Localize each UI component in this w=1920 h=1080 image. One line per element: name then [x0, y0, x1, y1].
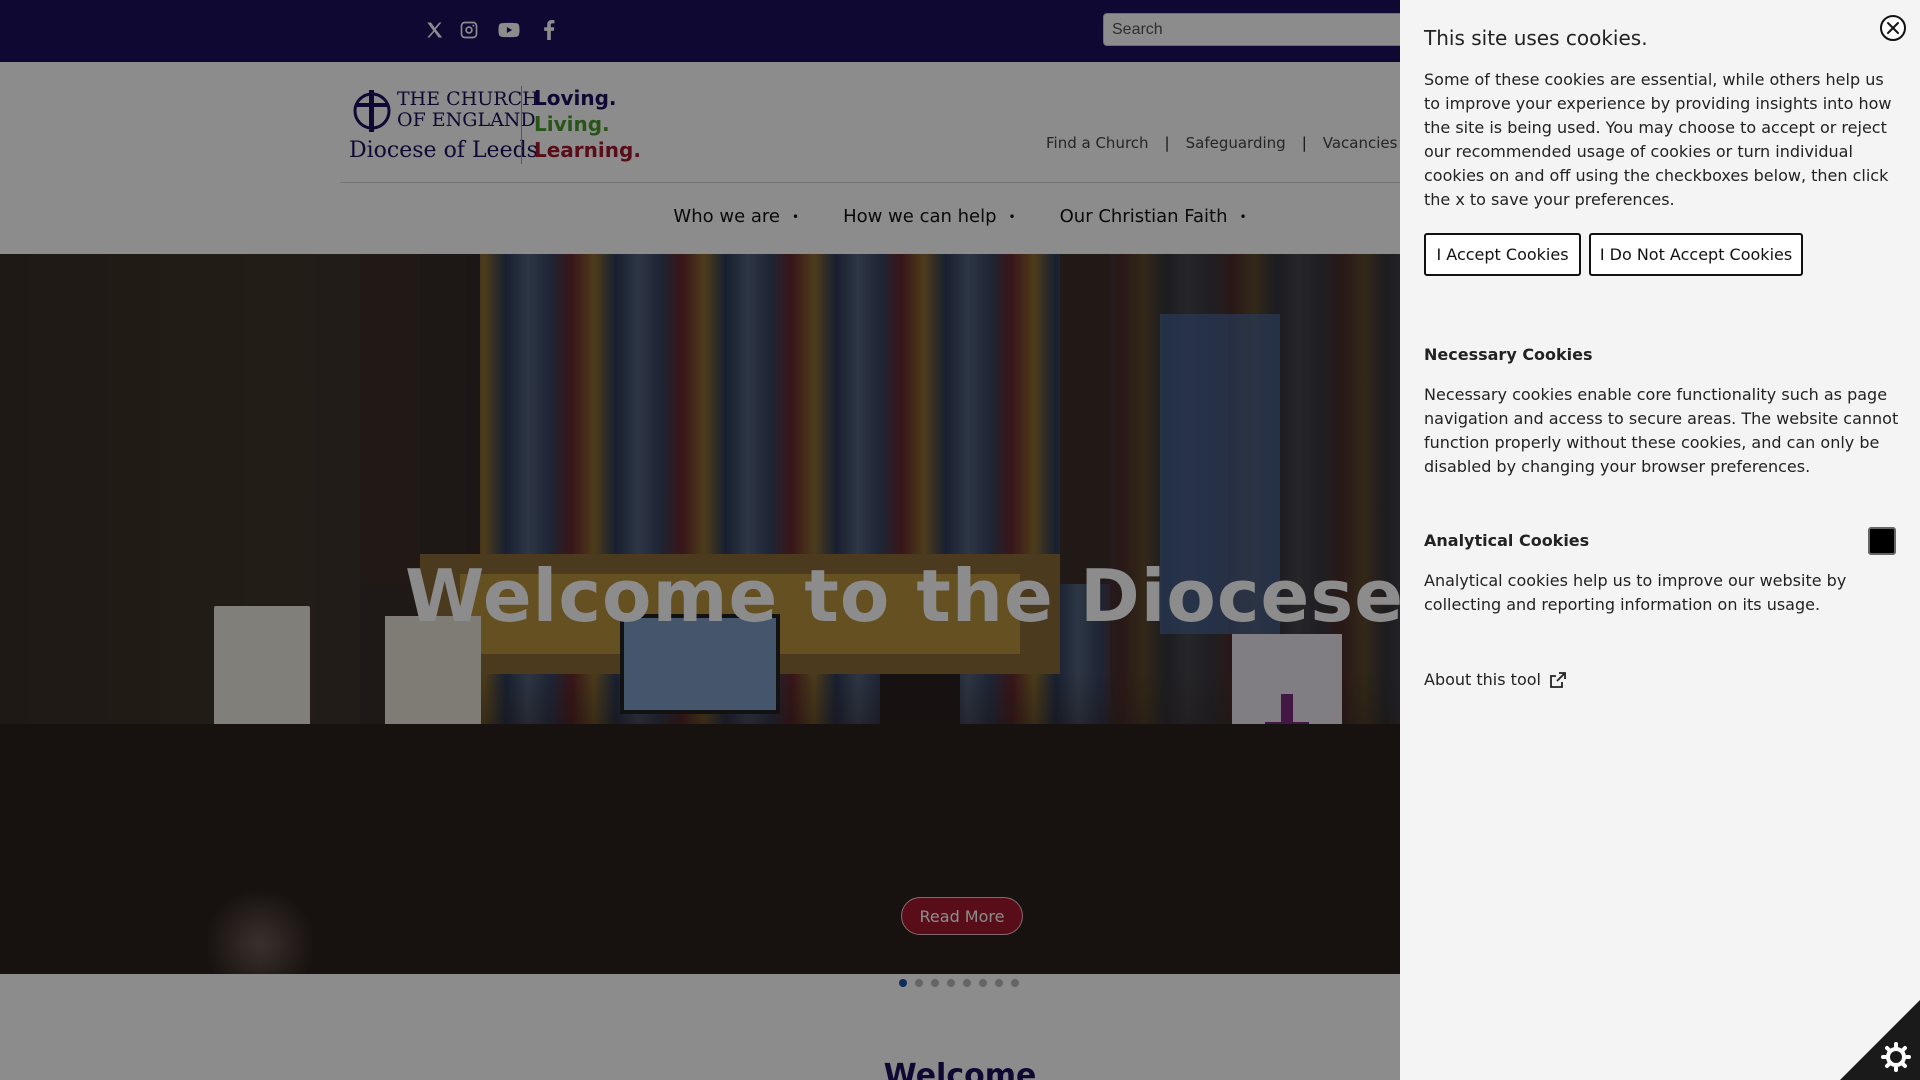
- about-this-tool-link[interactable]: About this tool: [1424, 670, 1567, 689]
- analytical-cookies-text: Analytical cookies help us to improve ou…: [1424, 571, 1847, 614]
- accept-cookies-button[interactable]: I Accept Cookies: [1424, 233, 1581, 276]
- necessary-cookies-title: Necessary Cookies: [1424, 345, 1593, 364]
- analytical-cookies-checkbox[interactable]: [1868, 527, 1896, 555]
- about-link-label: About this tool: [1424, 670, 1541, 689]
- reject-cookies-button[interactable]: I Do Not Accept Cookies: [1589, 233, 1803, 276]
- close-icon[interactable]: [1880, 15, 1906, 41]
- necessary-cookies-text: Necessary cookies enable core functional…: [1424, 385, 1899, 476]
- analytical-cookies-title: Analytical Cookies: [1424, 531, 1590, 550]
- cookie-settings-icon[interactable]: [1840, 1000, 1920, 1080]
- cookie-panel-title: This site uses cookies.: [1424, 26, 1648, 50]
- external-link-icon: [1550, 671, 1566, 688]
- cookie-intro-text: Some of these cookies are essential, whi…: [1424, 70, 1892, 209]
